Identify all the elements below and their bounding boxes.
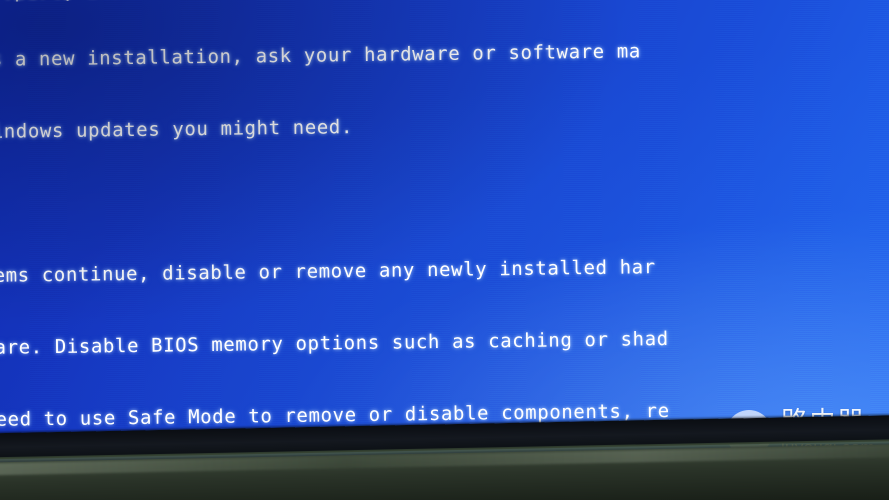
monitor-bottom-bezel — [0, 401, 889, 500]
monitor-screen-panel — [0, 0, 889, 467]
photograph-of-monitor: ...perly installed. If this is a new ins… — [0, 0, 889, 500]
bsod-photo-screenshot: ...perly installed. If this is a new ins… — [0, 0, 889, 500]
